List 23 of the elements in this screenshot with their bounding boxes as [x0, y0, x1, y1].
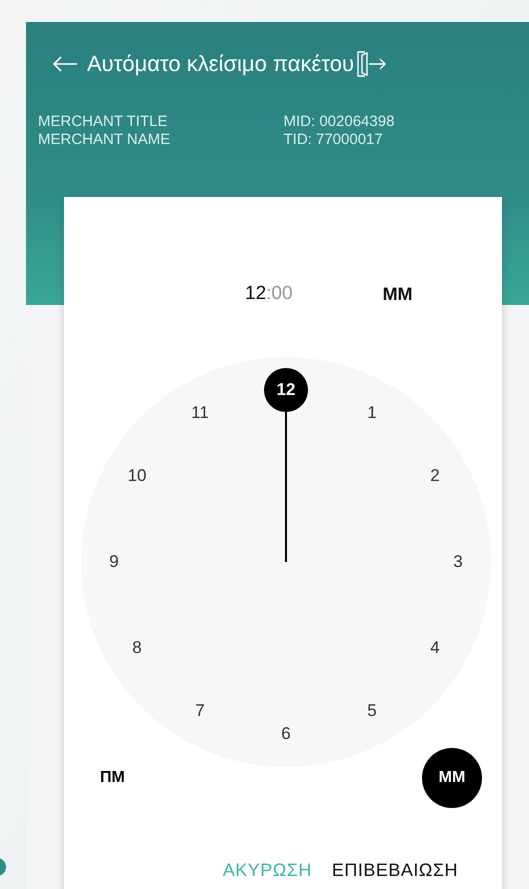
- merchant-name: MERCHANT NAME: [38, 131, 172, 149]
- screen-title: Αυτόματο κλείσιμο πακέτου: [87, 51, 354, 77]
- merchant-title: MERCHANT TITLE: [38, 113, 168, 131]
- period-option[interactable]: ΠΜ: [100, 769, 125, 787]
- period-label: MM: [382, 284, 413, 304]
- clock-number[interactable]: 11: [191, 403, 209, 424]
- terminal-id: TID: 77000017: [284, 131, 384, 149]
- clock-number[interactable]: 4: [430, 638, 440, 658]
- clock-number[interactable]: 2: [430, 466, 440, 486]
- time-display: 12:00: [245, 283, 293, 305]
- back-arrow-icon[interactable]: [52, 55, 78, 73]
- clock-number[interactable]: 5: [367, 700, 377, 721]
- clock-number[interactable]: 8: [132, 638, 142, 658]
- clock-number[interactable]: 6: [281, 724, 291, 744]
- clock-number[interactable]: 9: [109, 552, 119, 572]
- merchant-id: MID: 002064398: [284, 113, 396, 131]
- logout-icon[interactable]: [356, 51, 388, 77]
- clock-number[interactable]: 10: [128, 466, 146, 486]
- clock-number[interactable]: 3: [453, 552, 463, 572]
- confirm-button[interactable]: ΕΠΙΒΕΒΑΙΩΣΗ: [332, 860, 458, 881]
- period-option[interactable]: MM: [422, 748, 482, 808]
- clock-number[interactable]: 1: [367, 403, 377, 424]
- clock-number[interactable]: 7: [195, 700, 205, 721]
